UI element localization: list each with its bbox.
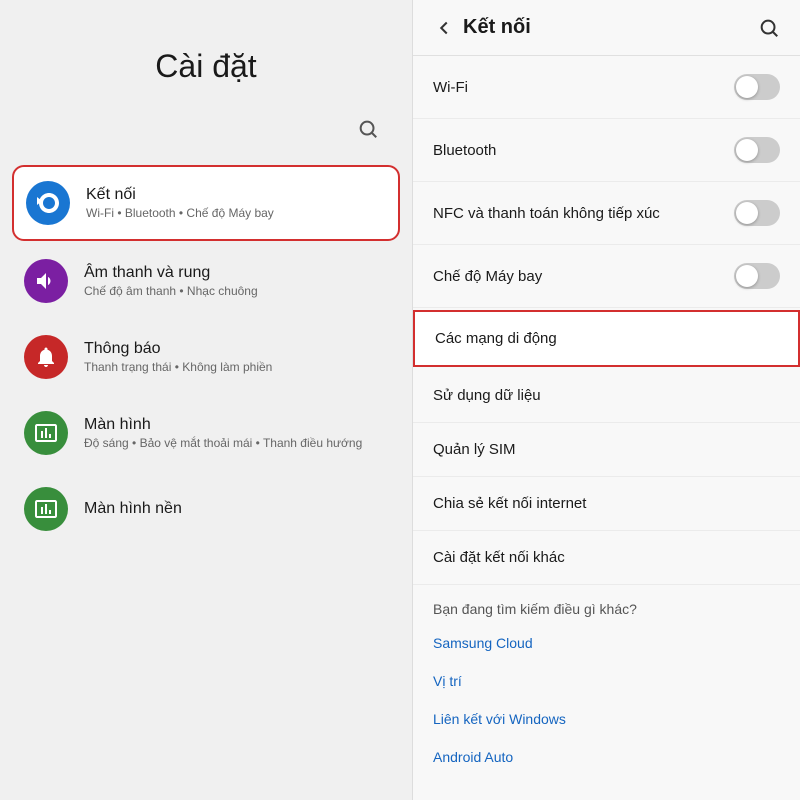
right-item-wifi[interactable]: Wi-Fi bbox=[413, 56, 800, 119]
settings-item-man-hinh-nen[interactable]: Màn hình nền bbox=[12, 473, 400, 545]
right-header-left: Kết nối bbox=[433, 16, 531, 39]
suggestion-link-samsung-cloud[interactable]: Samsung Cloud bbox=[413, 625, 800, 663]
suggestion-link-vi-tri[interactable]: Vị trí bbox=[413, 663, 800, 701]
left-header: Cài đặt bbox=[0, 0, 412, 109]
item-subtitle: Độ sáng • Bảo vệ mắt thoải mái • Thanh đ… bbox=[84, 436, 362, 450]
red-icon bbox=[24, 335, 68, 379]
suggestion-link-lien-ket-windows[interactable]: Liên kết với Windows bbox=[413, 701, 800, 739]
suggestion-link-text: Vị trí bbox=[433, 673, 462, 689]
item-title: Màn hình bbox=[84, 416, 362, 434]
item-title: Âm thanh và rung bbox=[84, 264, 258, 282]
right-item-cai-dat-khac[interactable]: Cài đặt kết nối khác bbox=[413, 531, 800, 585]
right-item-quan-ly-sim[interactable]: Quản lý SIM bbox=[413, 423, 800, 477]
right-item-bluetooth[interactable]: Bluetooth bbox=[413, 119, 800, 182]
right-panel: Kết nối Wi-Fi Bluetooth NFC và thanh toán … bbox=[412, 0, 800, 800]
suggestions-section-header: Bạn đang tìm kiếm điều gì khác? bbox=[413, 585, 800, 625]
item-subtitle: Thanh trạng thái • Không làm phiền bbox=[84, 360, 272, 374]
right-item-chia-se[interactable]: Chia sẻ kết nối internet bbox=[413, 477, 800, 531]
right-item-label: NFC và thanh toán không tiếp xúc bbox=[433, 205, 660, 222]
right-item-label: Wi-Fi bbox=[433, 79, 468, 96]
item-title: Kết nối bbox=[86, 186, 274, 204]
search-button[interactable] bbox=[348, 109, 388, 149]
suggestion-link-text: Samsung Cloud bbox=[433, 635, 533, 651]
right-list: Wi-Fi Bluetooth NFC và thanh toán không ti… bbox=[413, 56, 800, 800]
toggle-may-bay[interactable] bbox=[734, 263, 780, 289]
settings-item-man-hinh[interactable]: Màn hình Độ sáng • Bảo vệ mắt thoải mái •… bbox=[12, 397, 400, 469]
right-panel-title: Kết nối bbox=[463, 16, 531, 39]
right-item-label: Quản lý SIM bbox=[433, 441, 516, 458]
right-item-label: Các mạng di động bbox=[435, 330, 557, 347]
search-row bbox=[0, 109, 412, 165]
green-icon bbox=[24, 411, 68, 455]
toggle-wifi[interactable] bbox=[734, 74, 780, 100]
right-search-button[interactable] bbox=[758, 17, 780, 39]
purple-icon bbox=[24, 259, 68, 303]
settings-list: Kết nối Wi-Fi • Bluetooth • Chế độ Máy ba… bbox=[0, 165, 412, 800]
settings-item-ket-noi[interactable]: Kết nối Wi-Fi • Bluetooth • Chế độ Máy ba… bbox=[12, 165, 400, 241]
suggestion-link-android-auto[interactable]: Android Auto bbox=[413, 739, 800, 777]
item-subtitle: Chế độ âm thanh • Nhạc chuông bbox=[84, 284, 258, 298]
page-title: Cài đặt bbox=[155, 48, 256, 85]
suggestion-link-text: Liên kết với Windows bbox=[433, 711, 566, 727]
item-title: Màn hình nền bbox=[84, 500, 182, 518]
left-panel: Cài đặt Kết nối Wi-Fi • Bluetooth • Chế đ… bbox=[0, 0, 412, 800]
blue-icon bbox=[26, 181, 70, 225]
right-item-label: Bluetooth bbox=[433, 142, 496, 159]
toggle-bluetooth[interactable] bbox=[734, 137, 780, 163]
suggestion-link-text: Android Auto bbox=[433, 749, 513, 765]
settings-item-thong-bao[interactable]: Thông báo Thanh trạng thái • Không làm ph… bbox=[12, 321, 400, 393]
item-title: Thông báo bbox=[84, 340, 272, 358]
green-icon bbox=[24, 487, 68, 531]
right-item-nfc[interactable]: NFC và thanh toán không tiếp xúc bbox=[413, 182, 800, 245]
back-button[interactable] bbox=[433, 17, 455, 39]
toggle-nfc[interactable] bbox=[734, 200, 780, 226]
right-header: Kết nối bbox=[413, 0, 800, 56]
right-item-su-dung-du-lieu[interactable]: Sử dụng dữ liệu bbox=[413, 369, 800, 423]
right-item-label: Sử dụng dữ liệu bbox=[433, 387, 541, 404]
right-item-mang-di-dong[interactable]: Các mạng di động bbox=[413, 310, 800, 367]
right-item-label: Chia sẻ kết nối internet bbox=[433, 495, 586, 512]
item-subtitle: Wi-Fi • Bluetooth • Chế độ Máy bay bbox=[86, 206, 274, 220]
settings-item-am-thanh[interactable]: Âm thanh và rung Chế độ âm thanh • Nhạc c… bbox=[12, 245, 400, 317]
right-item-may-bay[interactable]: Chế độ Máy bay bbox=[413, 245, 800, 308]
right-item-label: Chế độ Máy bay bbox=[433, 268, 542, 285]
right-item-label: Cài đặt kết nối khác bbox=[433, 549, 565, 566]
